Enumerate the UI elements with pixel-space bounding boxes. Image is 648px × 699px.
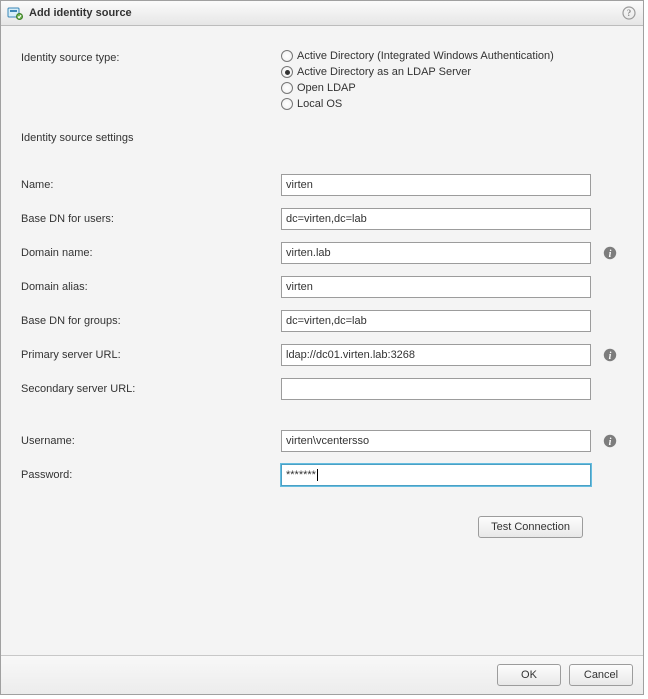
radio-ad-integrated[interactable]: Active Directory (Integrated Windows Aut…	[281, 50, 554, 62]
svg-text:i: i	[609, 351, 612, 362]
radio-label: Active Directory as an LDAP Server	[297, 66, 471, 78]
svg-text:i: i	[609, 249, 612, 260]
base-dn-groups-label: Base DN for groups:	[21, 315, 281, 327]
secondary-server-url-input[interactable]	[281, 378, 591, 400]
test-connection-button[interactable]: Test Connection	[478, 516, 583, 538]
domain-alias-label: Domain alias:	[21, 281, 281, 293]
base-dn-users-input[interactable]	[281, 208, 591, 230]
identity-source-settings-label: Identity source settings	[21, 132, 623, 144]
secondary-server-url-label: Secondary server URL:	[21, 383, 281, 395]
radio-open-ldap[interactable]: Open LDAP	[281, 82, 554, 94]
radio-label: Open LDAP	[297, 82, 356, 94]
identity-source-icon	[7, 5, 23, 21]
identity-source-type-label: Identity source type:	[21, 50, 281, 64]
username-label: Username:	[21, 435, 281, 447]
dialog-body: Identity source type: Active Directory (…	[1, 26, 643, 655]
radio-icon	[281, 50, 293, 62]
radio-ad-ldap[interactable]: Active Directory as an LDAP Server	[281, 66, 554, 78]
primary-server-url-label: Primary server URL:	[21, 349, 281, 361]
username-input[interactable]	[281, 430, 591, 452]
radio-icon	[281, 82, 293, 94]
info-icon[interactable]: i	[603, 434, 617, 448]
radio-label: Local OS	[297, 98, 342, 110]
info-icon[interactable]: i	[603, 348, 617, 362]
svg-text:?: ?	[627, 8, 632, 18]
dialog-footer: OK Cancel	[1, 655, 643, 694]
cancel-button[interactable]: Cancel	[569, 664, 633, 686]
base-dn-groups-input[interactable]	[281, 310, 591, 332]
identity-source-type-radio-group: Active Directory (Integrated Windows Aut…	[281, 50, 554, 110]
domain-name-label: Domain name:	[21, 247, 281, 259]
titlebar: Add identity source ?	[1, 1, 643, 26]
base-dn-users-label: Base DN for users:	[21, 213, 281, 225]
name-label: Name:	[21, 179, 281, 191]
domain-name-input[interactable]	[281, 242, 591, 264]
radio-label: Active Directory (Integrated Windows Aut…	[297, 50, 554, 62]
password-value: *******	[286, 469, 318, 481]
domain-alias-input[interactable]	[281, 276, 591, 298]
radio-icon	[281, 66, 293, 78]
add-identity-source-dialog: Add identity source ? Identity source ty…	[0, 0, 644, 695]
radio-icon	[281, 98, 293, 110]
password-input[interactable]: *******	[281, 464, 591, 486]
primary-server-url-input[interactable]	[281, 344, 591, 366]
svg-text:i: i	[609, 437, 612, 448]
info-icon[interactable]: i	[603, 246, 617, 260]
dialog-title: Add identity source	[29, 7, 621, 19]
password-label: Password:	[21, 469, 281, 481]
ok-button[interactable]: OK	[497, 664, 561, 686]
radio-local-os[interactable]: Local OS	[281, 98, 554, 110]
help-icon[interactable]: ?	[621, 5, 637, 21]
name-input[interactable]	[281, 174, 591, 196]
